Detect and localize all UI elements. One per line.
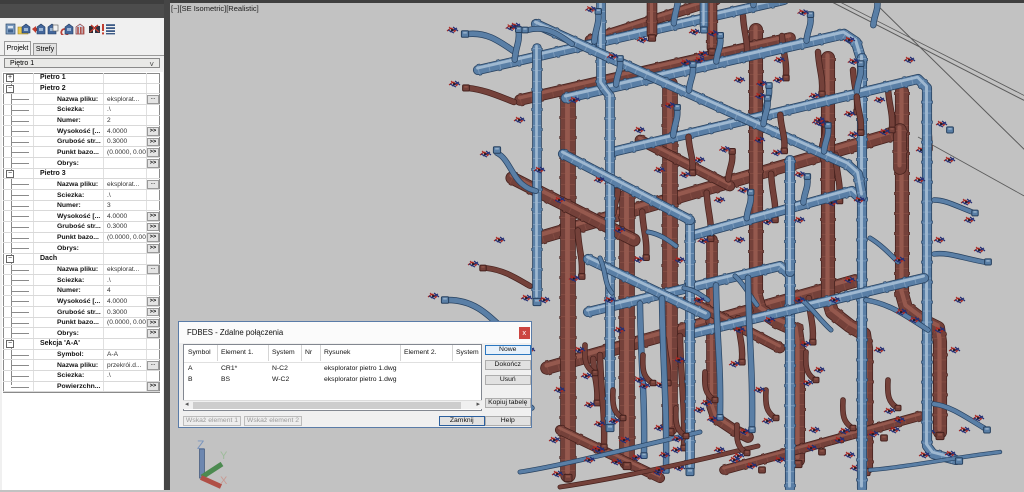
svg-text:Y: Y — [220, 450, 228, 462]
svg-text:X: X — [220, 475, 228, 487]
